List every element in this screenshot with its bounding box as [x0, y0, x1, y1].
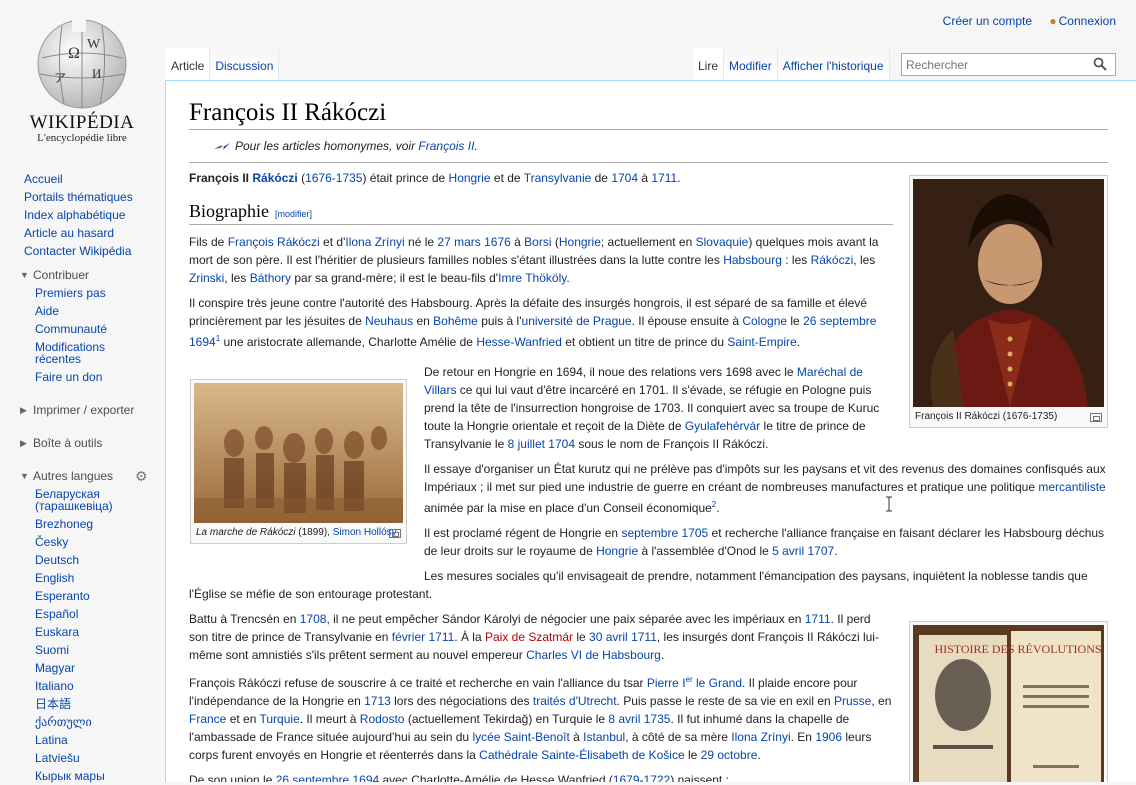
- enlarge-icon[interactable]: [389, 529, 401, 538]
- svg-text:Ω: Ω: [68, 45, 80, 62]
- hatnote-link[interactable]: François II: [418, 139, 474, 153]
- hatnote: Pour les articles homonymes, voir Franço…: [213, 136, 1108, 156]
- book-cover-text: HISTOIRE DES RÉVOLUTIONS DE HONGRIE: [934, 642, 1104, 656]
- tab-read[interactable]: Lire: [693, 48, 725, 80]
- section-edit-link[interactable]: [modifier]: [275, 209, 312, 219]
- wikipedia-logo[interactable]: Ω W И ア WIKIPÉDIA L'encyclopédie libre: [22, 18, 142, 144]
- text-cursor-icon: [886, 496, 892, 512]
- intro-paragraph: François II Rákóczi (1676-1735) était pr…: [189, 171, 681, 185]
- view-tabs: Lire Modifier Afficher l'historique: [693, 48, 890, 80]
- paragraph: Fils de François Rákóczi et d'Ilona Zrín…: [189, 235, 879, 285]
- lang-ja[interactable]: 日本語: [35, 695, 165, 713]
- sidebar-item-communaute[interactable]: Communauté: [35, 320, 165, 338]
- sidebar-item-portails[interactable]: Portails thématiques: [24, 188, 165, 206]
- languages-toggle[interactable]: ▼ Autres langues ⚙: [0, 467, 165, 485]
- lang-en[interactable]: English: [35, 569, 165, 587]
- sidebar-item-premiers-pas[interactable]: Premiers pas: [35, 284, 165, 302]
- painting-thumb: La marche de Rákóczi (1899), Simon Holló…: [190, 379, 407, 544]
- paragraph: De son union le 26 septembre 1694 avec C…: [189, 773, 729, 782]
- search-input[interactable]: [902, 54, 1082, 75]
- tab-discussion[interactable]: Discussion: [210, 48, 280, 80]
- disambiguation-icon: [214, 142, 230, 150]
- lang-mrj[interactable]: Кырык мары: [35, 767, 165, 785]
- sidebar-item-aide[interactable]: Aide: [35, 302, 165, 320]
- lang-ka[interactable]: ქართული: [35, 713, 165, 731]
- chevron-down-icon: ▼: [20, 270, 29, 280]
- lang-eo[interactable]: Esperanto: [35, 587, 165, 605]
- sidebar-item-modifications[interactable]: Modifications récentes: [35, 341, 115, 365]
- paragraph: François Rákóczi refuse de souscrire à c…: [189, 675, 892, 762]
- enlarge-icon[interactable]: [1090, 413, 1102, 422]
- sidebar-item-accueil[interactable]: Accueil: [24, 170, 165, 188]
- paragraph: l'Église se méfie de son entourage prote…: [189, 587, 433, 601]
- section-heading-biographie: Biographie [modifier]: [189, 201, 893, 225]
- lang-fi[interactable]: Suomi: [35, 641, 165, 659]
- sidebar-item-hasard[interactable]: Article au hasard: [24, 224, 165, 242]
- thumb-caption: La marche de Rákóczi (1899), Simon Holló…: [194, 523, 403, 540]
- login-link[interactable]: Connexion: [1059, 14, 1116, 28]
- paragraph: Battu à Trencsén en 1708, il ne peut emp…: [189, 612, 879, 662]
- sidebar-item-don[interactable]: Faire un don: [35, 368, 165, 386]
- tab-history[interactable]: Afficher l'historique: [777, 48, 890, 80]
- paragraph: Il conspire très jeune contre l'autorité…: [189, 296, 877, 349]
- tab-article[interactable]: Article: [166, 48, 211, 80]
- search-icon[interactable]: [1093, 57, 1107, 71]
- lang-lv[interactable]: Latviešu: [35, 749, 165, 767]
- lang-es[interactable]: Español: [35, 605, 165, 623]
- lang-it[interactable]: Italiano: [35, 677, 165, 695]
- languages-title: Autres langues: [33, 469, 114, 483]
- personal-tools: Créer un compte ● Connexion: [929, 14, 1116, 28]
- gear-icon[interactable]: ⚙: [135, 467, 148, 485]
- infobox-portrait-thumb: François II Rákóczi (1676-1735): [909, 175, 1108, 428]
- sidebar: Accueil Portails thématiques Index alpha…: [0, 170, 165, 785]
- print-toggle[interactable]: ▶ Imprimer / exporter: [0, 401, 165, 419]
- paragraph: Il essaye d'organiser un État kurutz qui…: [424, 462, 1106, 515]
- chevron-right-icon: ▶: [20, 405, 27, 415]
- sidebar-item-index[interactable]: Index alphabétique: [24, 206, 165, 224]
- languages-list: Беларуская (тарашкевіца) Brezhoneg Česky…: [0, 488, 165, 785]
- lang-eu[interactable]: Euskara: [35, 623, 165, 641]
- lang-la[interactable]: Latina: [35, 731, 165, 749]
- lang-hu[interactable]: Magyar: [35, 659, 165, 677]
- book-thumb: HISTOIRE DES RÉVOLUTIONS DE HONGRIE: [909, 621, 1108, 782]
- tab-edit[interactable]: Modifier: [724, 48, 778, 80]
- lang-be-tarask[interactable]: Беларуская (тарашкевіца): [35, 488, 125, 512]
- print-title: Imprimer / exporter: [33, 403, 135, 417]
- sidebar-item-contact[interactable]: Contacter Wikipédia: [24, 242, 165, 260]
- page-title: François II Rákóczi: [189, 99, 1108, 130]
- book-image[interactable]: HISTOIRE DES RÉVOLUTIONS DE HONGRIE: [913, 625, 1104, 782]
- paragraph: De retour en Hongrie en 1694, il noue de…: [424, 365, 880, 451]
- article-content: François II Rákóczi Pour les articles ho…: [165, 80, 1136, 782]
- namespace-tabs: Article Discussion: [166, 48, 280, 80]
- chevron-right-icon: ▶: [20, 438, 27, 448]
- sidebar-navigation: Accueil Portails thématiques Index alpha…: [0, 170, 165, 260]
- thumb-caption: François II Rákóczi (1676-1735): [913, 407, 1104, 424]
- svg-text:ア: ア: [54, 71, 66, 85]
- lang-cs[interactable]: Česky: [35, 533, 165, 551]
- lang-br[interactable]: Brezhoneg: [35, 515, 165, 533]
- painting-image[interactable]: [194, 383, 403, 523]
- paragraph: Il est proclamé régent de Hongrie en sep…: [424, 526, 1105, 558]
- paragraph: Les mesures sociales qu'il envisageait d…: [424, 569, 1088, 583]
- search-box: [901, 53, 1116, 76]
- chevron-down-icon: ▼: [20, 471, 29, 481]
- wordmark: WIKIPÉDIA: [29, 112, 135, 133]
- user-icon: ●: [1049, 14, 1057, 28]
- svg-text:И: И: [92, 66, 101, 81]
- contribute-toggle[interactable]: ▼ Contribuer: [0, 266, 165, 284]
- contribute-title: Contribuer: [33, 268, 90, 282]
- svg-text:W: W: [87, 37, 101, 52]
- lang-de[interactable]: Deutsch: [35, 551, 165, 569]
- tools-title: Boîte à outils: [33, 436, 103, 450]
- tagline: L'encyclopédie libre: [37, 132, 127, 144]
- portrait-image[interactable]: [913, 179, 1104, 407]
- create-account-link[interactable]: Créer un compte: [943, 14, 1032, 28]
- globe-icon: Ω W И ア: [37, 18, 127, 109]
- contribute-list: Premiers pas Aide Communauté Modificatio…: [0, 284, 165, 386]
- tools-toggle[interactable]: ▶ Boîte à outils: [0, 434, 165, 452]
